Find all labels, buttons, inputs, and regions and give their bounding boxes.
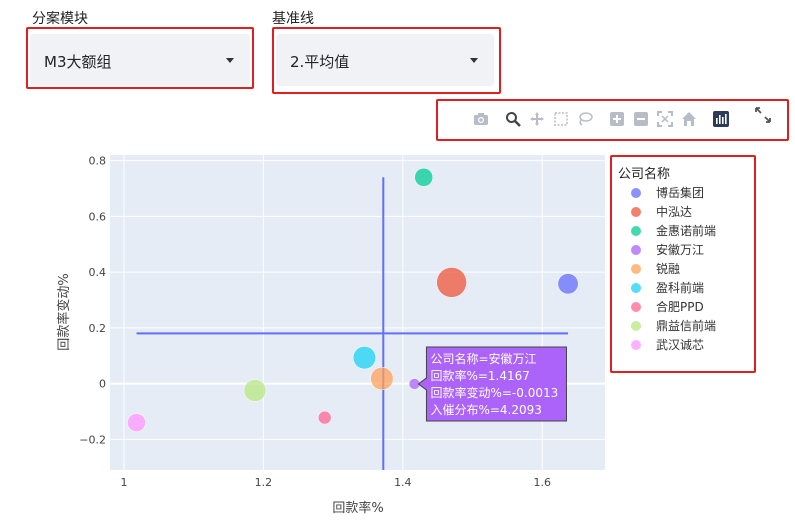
tooltip-line: 回款率%=1.4167 — [430, 368, 529, 383]
y-tick-label: 0.6 — [89, 210, 107, 223]
x-axis-label: 回款率% — [332, 500, 383, 516]
scatter-point[interactable] — [317, 410, 332, 425]
scatter-point[interactable] — [370, 366, 394, 391]
y-tick-label: 0 — [99, 378, 106, 391]
x-tick-label: 1 — [120, 476, 127, 489]
plot-area[interactable] — [110, 155, 605, 470]
scatter-point[interactable] — [414, 167, 434, 187]
x-tick-label: 1.2 — [255, 476, 273, 489]
y-ticks: 0.8 0.6 0.4 0.2 0 −0.2 — [79, 155, 106, 447]
scatter-point[interactable] — [127, 413, 146, 432]
scatter-point[interactable] — [557, 273, 579, 295]
hover-tooltip: 公司名称=安徽万江回款率%=1.4167 回款率变动%=-0.0013 入催分布%=… — [417, 346, 567, 422]
y-tick-label: 0.4 — [89, 266, 107, 279]
scatter-point[interactable] — [243, 379, 267, 402]
highlight-legend — [610, 155, 756, 373]
tooltip-line: 回款率变动%=-0.0013 — [430, 385, 558, 400]
scatter-point[interactable] — [436, 267, 467, 298]
y-tick-label: 0.8 — [89, 155, 107, 168]
y-tick-label: 0.2 — [89, 322, 107, 335]
tooltip-line: 公司名称=安徽万江 — [430, 351, 536, 366]
x-tick-label: 1.6 — [534, 476, 552, 489]
x-tick-label: 1.4 — [394, 476, 412, 489]
y-tick-label: −0.2 — [79, 433, 106, 446]
tooltip-line: 入催分布%=4.2093 — [430, 403, 541, 417]
x-ticks: 1 1.2 1.4 1.6 — [120, 476, 551, 489]
y-axis-label: 回款率变动% — [56, 273, 72, 350]
scatter-point[interactable] — [352, 346, 377, 370]
